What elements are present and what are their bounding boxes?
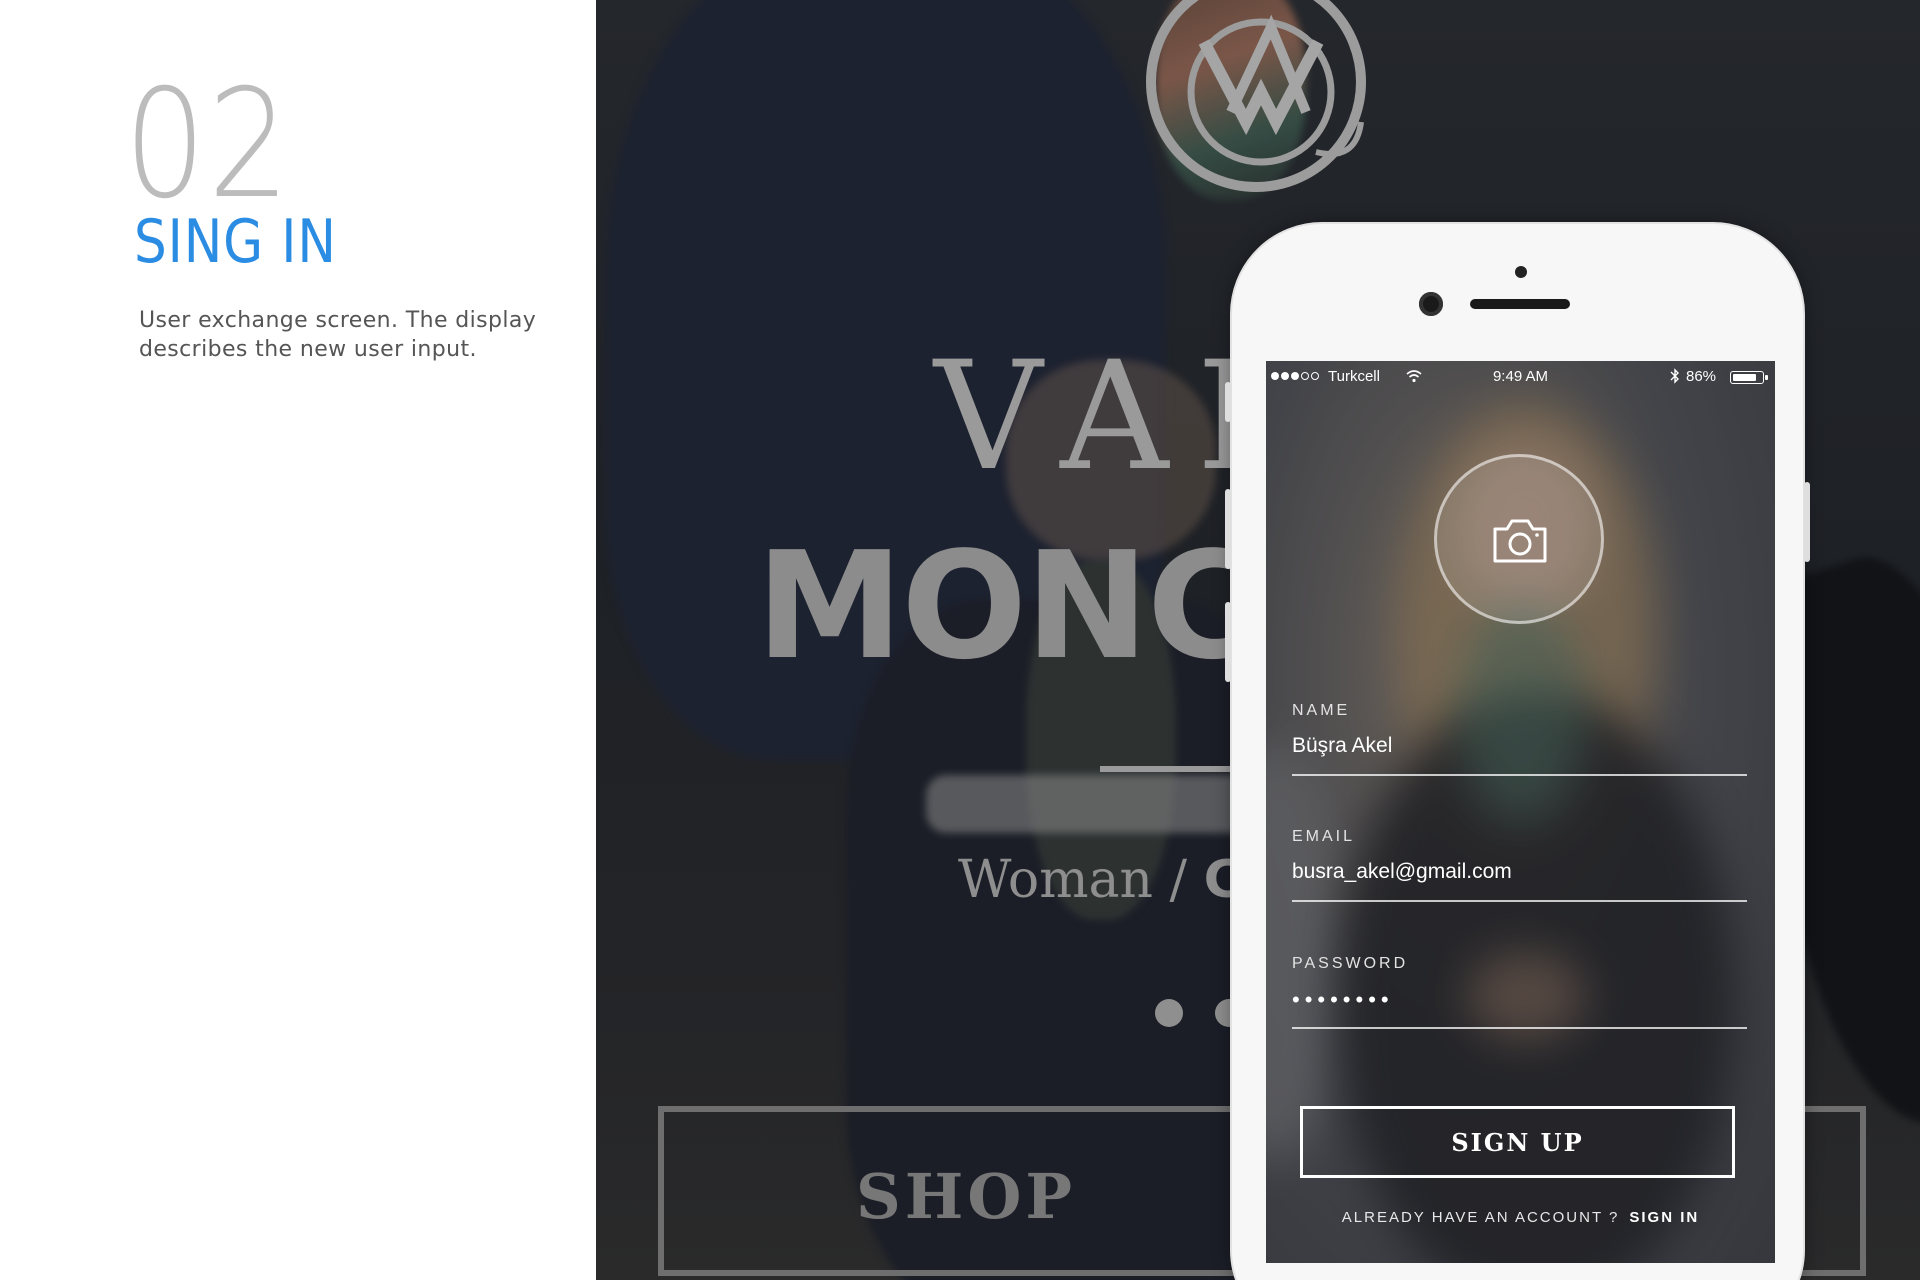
background-subtitle-serif: Woman / xyxy=(958,850,1188,910)
background-shop-label: SHOP xyxy=(856,1160,1076,1233)
description-panel: 02 SING IN User exchange screen. The dis… xyxy=(0,0,596,1280)
already-have-account-text: ALREADY HAVE AN ACCOUNT ? xyxy=(1341,1209,1620,1226)
step-number: 02 xyxy=(124,58,292,232)
battery-percentage: 86% xyxy=(1686,368,1717,385)
password-input[interactable]: •••••••• xyxy=(1292,987,1747,1013)
password-label: PASSWORD xyxy=(1292,955,1409,972)
background-page-dot xyxy=(1155,999,1183,1027)
phone-power-button xyxy=(1804,482,1810,562)
name-field[interactable]: NAME Büşra Akel xyxy=(1292,702,1747,776)
background-subtitle: Woman / C xyxy=(958,850,1242,910)
email-field[interactable]: EMAIL busra_akel@gmail.com xyxy=(1292,828,1747,902)
status-bar: Turkcell 9:49 AM 86% xyxy=(1266,361,1775,391)
battery-icon xyxy=(1730,371,1768,384)
sign-in-link[interactable]: SIGN IN xyxy=(1629,1209,1699,1226)
phone-sensor xyxy=(1515,266,1527,278)
name-underline xyxy=(1292,774,1747,776)
camera-icon xyxy=(1493,519,1547,563)
phone-speaker xyxy=(1470,299,1570,309)
email-underline xyxy=(1292,900,1747,902)
sign-up-button[interactable]: SIGN UP xyxy=(1300,1106,1735,1178)
name-input[interactable]: Büşra Akel xyxy=(1292,734,1747,760)
phone-mute-switch xyxy=(1225,382,1231,422)
brand-monogram-icon xyxy=(1146,0,1366,192)
step-title: SING IN xyxy=(134,207,337,277)
bluetooth-icon xyxy=(1670,368,1679,384)
phone-volume-down xyxy=(1225,602,1231,682)
email-label: EMAIL xyxy=(1292,828,1356,845)
battery-level xyxy=(1733,374,1757,381)
profile-photo-picker[interactable] xyxy=(1434,454,1604,624)
background-headline: MONC xyxy=(756,520,1256,692)
password-underline xyxy=(1292,1027,1747,1029)
sign-up-label: SIGN UP xyxy=(1451,1127,1584,1157)
name-label: NAME xyxy=(1292,702,1351,719)
phone-mockup: Turkcell 9:49 AM 86% NAME Büşra Akel EMA… xyxy=(1225,222,1810,1280)
sign-in-prompt: ALREADY HAVE AN ACCOUNT ? SIGN IN xyxy=(1266,1209,1775,1226)
step-description: User exchange screen. The display descri… xyxy=(139,308,537,362)
front-camera xyxy=(1419,292,1443,316)
email-input[interactable]: busra_akel@gmail.com xyxy=(1292,860,1747,886)
signup-screen: Turkcell 9:49 AM 86% NAME Büşra Akel EMA… xyxy=(1266,361,1775,1263)
password-field[interactable]: PASSWORD •••••••• xyxy=(1292,955,1747,1029)
phone-volume-up xyxy=(1225,489,1231,569)
